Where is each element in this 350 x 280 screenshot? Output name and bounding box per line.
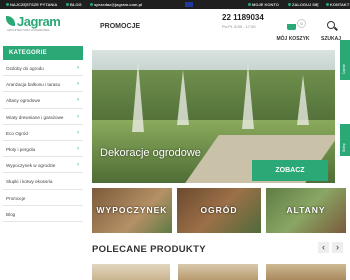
sidebar-item-ozdoby[interactable]: Ozdoby do ogrodu › [3,60,83,77]
hero-cta-button[interactable]: ZOBACZ [252,160,328,181]
category-sidebar: KATEGORIE Ozdoby do ogrodu › Aranżacja ba… [3,46,83,236]
logo-tagline: ARCHITEKTURA OGRODOWA [7,28,50,32]
phone-number[interactable]: 22 1189034 [222,13,264,22]
eu-flag-icon [185,2,193,7]
faq-link[interactable]: NAJCZĘSTSZE PYTANIA [6,2,57,7]
category-tile-altany[interactable]: ALTANY [266,188,346,233]
logo[interactable]: Jagram ARCHITEKTURA OGRODOWA [6,14,61,32]
email-link[interactable]: sprzedaz@jagram.com.pl [90,2,142,7]
category-tile-ogrod[interactable]: OGRÓD [177,188,261,233]
phone-icon [326,3,329,7]
search-button[interactable]: SZUKAJ [318,13,346,42]
mail-icon [90,3,93,7]
product-thumbnail[interactable] [92,264,170,280]
contact-link[interactable]: KONTAKT [326,2,349,7]
hero-banner[interactable]: Dekoracje ogrodowe ZOBACZ [92,50,335,183]
account-link[interactable]: MOJE KONTO [248,2,279,7]
hero-caption: Dekoracje ogrodowe [100,147,201,159]
garden-obelisk [177,70,189,125]
shop-widget[interactable]: Sklep [340,124,350,156]
product-thumbnail[interactable] [266,264,346,280]
cart-count-badge: 0 [297,19,306,28]
sidebar-item-promocje[interactable]: Promocje [3,190,83,206]
cart-label: MÓJ KOSZYK [276,36,310,42]
blog-icon [66,3,69,7]
top-bar: NAJCZĘSTSZE PYTANIA BLOG sprzedaz@jagram… [0,0,350,9]
login-link[interactable]: ZALOGUJ SIĘ [288,2,319,7]
category-heading: KATEGORIE [3,46,83,60]
leaf-icon [6,16,15,26]
opening-hours: Pn-Pt. 8:00 - 17:00 [222,24,256,29]
chevron-right-icon: › [77,97,79,104]
promotions-link[interactable]: PROMOCJE [100,23,140,30]
sidebar-item-blog[interactable]: Blog [3,206,83,222]
chevron-right-icon: › [77,129,79,136]
blog-link[interactable]: BLOG [66,2,82,7]
question-icon [6,3,9,7]
reviews-widget[interactable]: Opinie [340,40,350,80]
sidebar-item-eco[interactable]: Eco Ogród › [3,125,83,141]
lock-icon [288,3,291,7]
chevron-right-icon: › [336,242,339,252]
carousel-prev-button[interactable]: ‹ [318,242,329,253]
sidebar-item-wypoczynek[interactable]: Wypoczynek w ogrodzie › [3,157,83,174]
chevron-right-icon: › [77,81,79,88]
garden-obelisk [297,75,309,125]
garden-obelisk [132,62,144,132]
search-label: SZUKAJ [321,36,342,42]
category-tile-wypoczynek[interactable]: WYPOCZYNEK [92,188,172,233]
chevron-right-icon: › [77,113,79,120]
carousel-next-button[interactable]: › [332,242,343,253]
chevron-left-icon: ‹ [322,242,325,252]
sidebar-item-balkon[interactable]: Aranżacja balkonu i tarasu › [3,76,83,93]
recommended-products-title: POLECANE PRODUKTY [92,244,206,255]
logo-text: Jagram [17,14,61,29]
chevron-right-icon: › [77,65,79,71]
user-icon [248,3,251,7]
site-header: Jagram ARCHITEKTURA OGRODOWA PROMOCJE 22… [0,9,350,45]
garden-obelisk [242,64,254,129]
basket-icon [287,24,296,30]
sidebar-item-wiaty[interactable]: Wiaty drewniane i garażowe › [3,109,83,125]
product-thumbnail[interactable] [178,264,258,280]
chevron-right-icon: › [77,145,79,152]
sidebar-item-ploty[interactable]: Płoty i pergola › [3,141,83,158]
chevron-right-icon: › [77,162,79,169]
sidebar-item-slupki[interactable]: Słupki i kotwy ekosoria [3,173,83,190]
cart-button[interactable]: 0 MÓJ KOSZYK [276,13,310,42]
sidebar-item-altany[interactable]: Altany ogrodowe › [3,92,83,109]
